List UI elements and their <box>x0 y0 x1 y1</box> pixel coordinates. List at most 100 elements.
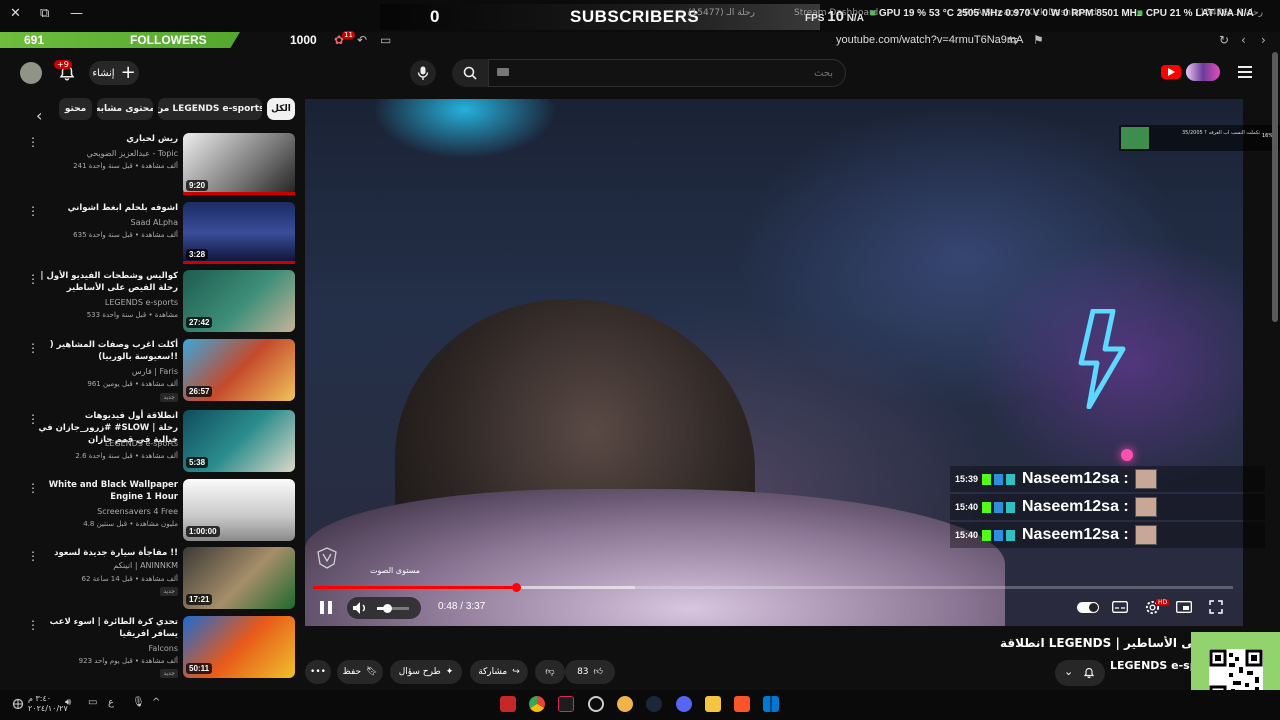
channel-name[interactable]: Screensavers 4 Free <box>32 507 178 516</box>
recommendation-item[interactable]: 27:42 كواليس وشطحات الفيديو الأول | رحلة… <box>20 270 296 334</box>
windows-start-icon[interactable] <box>763 696 779 712</box>
recommendation-item[interactable]: 17:21 مفاجأة سيارة جديدة لسعود !! انينكم… <box>20 547 296 611</box>
fullscreen-icon[interactable] <box>1207 599 1225 615</box>
video-meta: 241 ألف مشاهدة • قبل سنة واحدة <box>73 162 178 170</box>
subscribe-bell-button[interactable]: ⌄ <box>1055 660 1105 686</box>
avatar[interactable] <box>20 62 42 84</box>
like-button[interactable]: 83 👍︎ <box>565 660 615 684</box>
volume-icon[interactable] <box>352 601 368 615</box>
duration-badge: 27:42 <box>186 317 213 328</box>
bookmark-icon[interactable]: ⚑ <box>1033 33 1044 47</box>
save-button[interactable]: حفظ 🔖︎ <box>337 660 383 684</box>
steam-icon[interactable] <box>646 696 662 712</box>
recommendation-item[interactable]: 1:00:00 White and Black Wallpaper Engine… <box>20 479 296 543</box>
progress-bar[interactable] <box>313 586 1233 589</box>
channel-name[interactable]: LEGENDS e-sports <box>32 439 178 448</box>
more-options-icon[interactable]: ⋮ <box>27 135 39 149</box>
more-actions-button[interactable]: ••• <box>305 660 331 684</box>
recommendation-item[interactable]: 5:38 انطلاقة أول فيديوهات #زرور_جازان في… <box>20 410 296 474</box>
app-icon-4[interactable] <box>588 696 604 712</box>
share-button[interactable]: مشاركة ↪ <box>470 660 528 684</box>
language-indicator[interactable]: ع <box>108 697 114 708</box>
more-options-icon[interactable]: ⋮ <box>27 481 39 495</box>
microphone-icon <box>417 66 429 80</box>
volume-slider[interactable] <box>377 604 409 613</box>
keyboard-icon[interactable] <box>497 68 509 76</box>
brave-icon[interactable] <box>734 696 750 712</box>
video-meta: 961 ألف مشاهدة • قبل يومين <box>87 380 178 388</box>
channel-name[interactable]: LEGENDS e-sports <box>32 298 178 307</box>
file-explorer-icon[interactable] <box>705 696 721 712</box>
youtube-doodle-icon[interactable] <box>1186 63 1220 81</box>
video-title[interactable]: مفاجأة سيارة جديدة لسعود !! <box>32 547 178 559</box>
taskbar-clock[interactable]: ٣:٤٠ م ٢٠٢٤/١٠/٢٧ <box>28 694 68 714</box>
video-title[interactable]: أكلت اغرب وصفات المشاهير ( سعيوسة بالورب… <box>32 339 178 363</box>
more-options-icon[interactable]: ⋮ <box>27 412 39 426</box>
chip-content[interactable]: محتو <box>59 98 92 120</box>
restore-icon[interactable]: ⧉ <box>40 6 49 21</box>
recommendation-item[interactable]: 9:20 ريش لحباري عبدالعزيز الضويحي - Topi… <box>20 133 296 197</box>
more-options-icon[interactable]: ⋮ <box>27 272 39 286</box>
share-label: مشاركة <box>478 667 508 677</box>
voice-search-button[interactable] <box>410 60 436 86</box>
chat-message: 15:39 Naseem12sa : <box>950 466 1265 492</box>
translate-icon[interactable]: ⇆ <box>1008 33 1018 47</box>
channel-name[interactable]: فارس | Faris <box>32 367 178 376</box>
channel-name-main[interactable]: LEGENDS e-sp <box>1110 659 1195 672</box>
tray-mic-icon[interactable]: 🎙︎ <box>132 697 145 708</box>
address-bar[interactable]: youtube.com/watch?v=4rmuT6Na9mA <box>836 34 1023 46</box>
search-input[interactable] <box>488 59 846 87</box>
pause-icon[interactable] <box>320 601 332 614</box>
minimize-icon[interactable]: — <box>70 6 83 21</box>
more-options-icon[interactable]: ⋮ <box>27 618 39 632</box>
display-icon[interactable]: ▭ <box>88 697 97 708</box>
network-icon[interactable] <box>12 698 24 710</box>
video-title[interactable]: اشوفه بلحلم ابغط اشواني <box>32 202 178 214</box>
chrome-icon[interactable] <box>529 696 545 712</box>
video-title[interactable]: تحدي كرة الطائرة | اسوء لاعب يسافر افريق… <box>32 616 178 640</box>
app-icon-1[interactable] <box>500 696 516 712</box>
menu-icon[interactable] <box>1238 66 1252 78</box>
back-icon[interactable]: ‹ <box>1241 33 1246 47</box>
page-scrollbar[interactable] <box>1272 52 1278 322</box>
app-icon-5[interactable] <box>617 696 633 712</box>
channel-watermark-icon[interactable] <box>317 547 337 569</box>
channel-name[interactable]: عبدالعزيز الضويحي - Topic <box>32 149 178 158</box>
video-title[interactable]: White and Black Wallpaper Engine 1 Hour <box>32 479 178 503</box>
autoplay-toggle[interactable] <box>1077 602 1099 613</box>
discord-icon[interactable] <box>676 696 692 712</box>
miniplayer-icon[interactable] <box>1175 599 1193 615</box>
hd-badge: HD <box>1156 599 1170 606</box>
app-icon-3[interactable] <box>558 696 574 712</box>
channel-name[interactable]: انينكم | ANINNKM <box>32 561 178 570</box>
create-button[interactable]: إنشاء + <box>89 61 139 85</box>
recommendation-item[interactable]: 26:57 أكلت اغرب وصفات المشاهير ( سعيوسة … <box>20 339 296 403</box>
reload-icon[interactable]: ↻ <box>1219 33 1229 47</box>
close-icon[interactable]: ✕ <box>10 6 21 21</box>
speaker-icon[interactable]: 🔊︎ <box>65 697 71 708</box>
recommendation-item[interactable]: 3:28 اشوفه بلحلم ابغط اشواني Saad ALpha … <box>20 202 296 266</box>
screen-icon[interactable]: ▭ <box>380 33 391 47</box>
subtitles-icon[interactable] <box>1111 599 1129 615</box>
more-options-icon[interactable]: ⋮ <box>27 204 39 218</box>
forward-icon[interactable]: › <box>1261 33 1266 47</box>
chip-all[interactable]: الكل <box>267 98 295 120</box>
volume-knob[interactable] <box>382 604 392 613</box>
ask-button[interactable]: طرح سؤال ✦ <box>390 660 462 684</box>
video-title[interactable]: كواليس وشطحات الفيديو الأول | رحلة الفيص… <box>32 270 178 294</box>
more-options-icon[interactable]: ⋮ <box>27 341 39 355</box>
video-title[interactable]: ريش لحباري <box>32 133 178 145</box>
youtube-logo-icon[interactable] <box>1161 65 1181 79</box>
recommendation-item[interactable]: 50:11 تحدي كرة الطائرة | اسوء لاعب يسافر… <box>20 616 296 680</box>
chips-scroll-left-icon[interactable]: ‹ <box>36 106 42 125</box>
duration-badge: 3:28 <box>186 249 209 260</box>
search-button[interactable] <box>452 59 488 87</box>
chip-similar[interactable]: محتوى مشابه <box>97 98 153 120</box>
channel-name[interactable]: Saad ALpha <box>32 218 178 227</box>
undo-icon[interactable]: ↶ <box>357 33 367 47</box>
tray-expand-icon[interactable]: ^ <box>152 697 160 708</box>
chip-from-channel[interactable]: من LEGENDS e-sports <box>158 98 262 120</box>
dislike-button[interactable]: 👎︎ <box>535 660 565 684</box>
channel-name[interactable]: Falcons <box>32 644 178 653</box>
more-options-icon[interactable]: ⋮ <box>27 549 39 563</box>
